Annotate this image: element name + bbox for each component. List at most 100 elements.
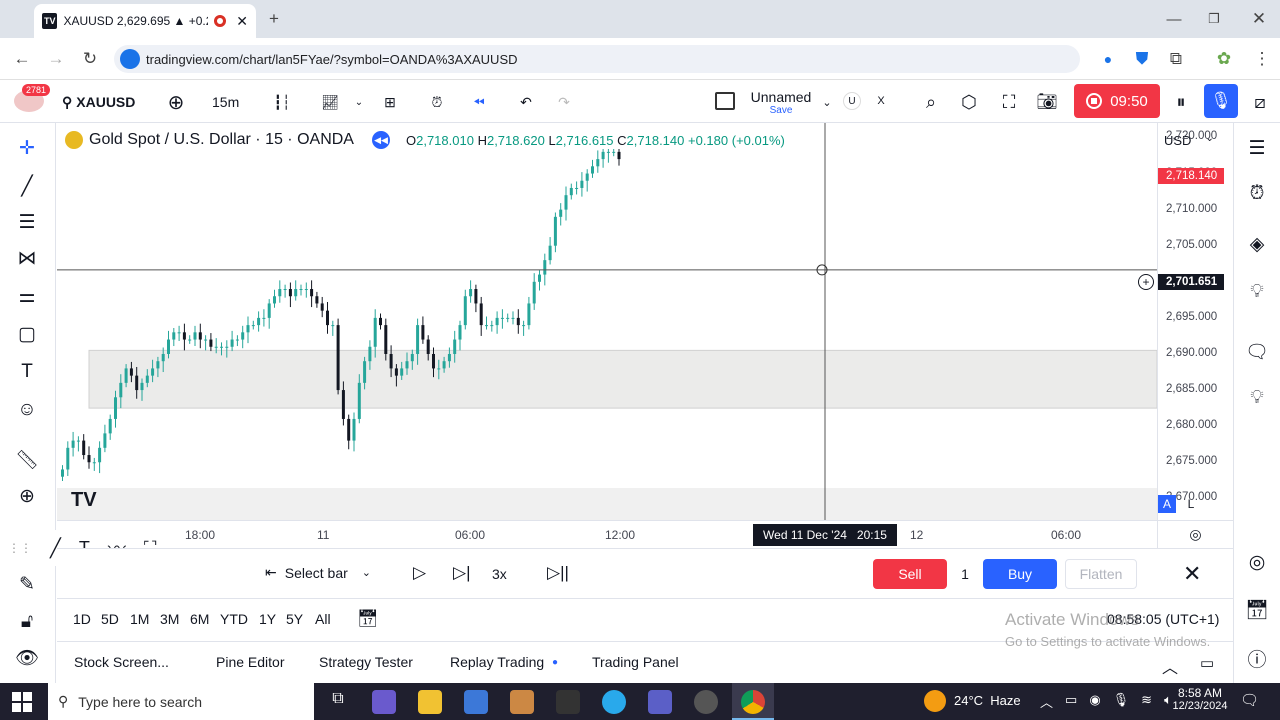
pause-icon[interactable]: ⏸︎ bbox=[1168, 87, 1194, 117]
price-axis[interactable]: USD ⌄ 2,720.0002,715.0002,710.0002,705.0… bbox=[1157, 123, 1233, 520]
auto-scale-button[interactable]: A bbox=[1158, 495, 1176, 513]
trendline-icon[interactable]: ╱ bbox=[12, 171, 42, 201]
candlestick-chart[interactable] bbox=[57, 123, 1157, 520]
battery-icon[interactable]: ▭ bbox=[1065, 692, 1077, 711]
profile-avatar[interactable]: ✿ bbox=[1210, 45, 1238, 73]
tab-replay-trading[interactable]: Replay Trading bbox=[450, 654, 544, 670]
file-explorer-icon[interactable] bbox=[418, 690, 442, 714]
record-button[interactable]: 09:50 bbox=[1074, 84, 1160, 118]
notifications-icon[interactable]: 🗨︎ bbox=[1240, 691, 1259, 709]
app-icon[interactable] bbox=[510, 690, 534, 714]
weather-icon[interactable] bbox=[924, 690, 946, 712]
chat-icon[interactable]: 🗨︎ bbox=[1242, 337, 1272, 367]
select-bar-button[interactable]: ⇤ Select bar ⌄ bbox=[265, 564, 371, 581]
close-tab-icon[interactable]: ✕ bbox=[236, 13, 248, 30]
chart-pane[interactable]: Gold Spot / U.S. Dollar · 15 · OANDA ◀◀ … bbox=[57, 123, 1157, 520]
ideas-bulb-icon[interactable]: 💡︎ bbox=[1242, 277, 1272, 307]
u-button[interactable]: U bbox=[843, 92, 861, 110]
weather-text[interactable]: 24°C Haze bbox=[954, 693, 1021, 708]
forecast-icon[interactable]: ⚌ bbox=[12, 281, 42, 311]
browser-menu-icon[interactable]: ⋮ bbox=[1248, 45, 1276, 73]
chrome-taskbar-button[interactable] bbox=[732, 683, 774, 720]
crosshair-icon[interactable]: ✛ bbox=[12, 133, 42, 163]
help-icon[interactable]: ⓘ bbox=[1242, 643, 1272, 673]
ruler-icon[interactable]: 📏︎ bbox=[12, 445, 42, 475]
layout-menu-chevron-icon[interactable]: ⌄ bbox=[820, 87, 834, 117]
telegram-icon[interactable] bbox=[602, 690, 626, 714]
compare-add-icon[interactable]: ⊕ bbox=[164, 87, 188, 117]
draw-off-icon[interactable]: ⧄ bbox=[1246, 87, 1274, 117]
flatten-button[interactable]: Flatten bbox=[1065, 559, 1137, 589]
range-5y[interactable]: 5Y bbox=[286, 611, 303, 627]
app-icon[interactable] bbox=[694, 690, 718, 714]
copilot-icon[interactable] bbox=[372, 690, 396, 714]
wifi-icon[interactable]: ≋ bbox=[1141, 692, 1152, 711]
target-icon[interactable]: ◎ bbox=[1242, 547, 1272, 577]
reload-icon[interactable]: ↻ bbox=[76, 45, 104, 73]
replay-mode-icon[interactable]: ◀◀ bbox=[371, 131, 390, 149]
mic-icon[interactable]: 🎙︎ bbox=[1113, 692, 1130, 711]
fib-lines-icon[interactable]: ☰ bbox=[12, 207, 42, 237]
step-forward-icon[interactable]: ▷| bbox=[453, 563, 471, 583]
tradingview-logo[interactable]: TV bbox=[71, 489, 97, 512]
replay-icon[interactable]: ⏪︎ bbox=[466, 87, 492, 117]
templates-grid-icon[interactable]: ⊞ bbox=[378, 87, 402, 117]
signals-bulb-icon[interactable]: 💡︎ bbox=[1242, 383, 1272, 413]
ic-markets-icon[interactable] bbox=[556, 690, 580, 714]
time-axis[interactable]: 18:00 11 06:00 12:00 12 06:00 Wed 11 Dec… bbox=[57, 520, 1157, 548]
undo-icon[interactable]: ↶ bbox=[514, 87, 538, 117]
x-button[interactable]: X bbox=[872, 92, 890, 110]
add-alert-plus-icon[interactable]: + bbox=[1138, 274, 1154, 290]
task-view-icon[interactable]: ⧉ bbox=[326, 690, 350, 714]
magnet-draw-icon[interactable]: ✎ bbox=[12, 569, 42, 599]
quantity-field[interactable]: 1 bbox=[955, 559, 975, 589]
windows-start-icon[interactable] bbox=[12, 692, 32, 712]
lock-icon[interactable]: 🔓︎ bbox=[12, 607, 42, 637]
webcam-icon[interactable]: ◉ bbox=[1089, 692, 1100, 711]
url-field[interactable]: tradingview.com/chart/lan5FYae/?symbol=O… bbox=[114, 45, 1080, 73]
chevron-up-icon[interactable]: ︿ bbox=[1040, 692, 1053, 711]
axis-settings-icon[interactable]: ◎ bbox=[1157, 520, 1233, 548]
microphone-button[interactable]: 🎙︎ bbox=[1204, 84, 1238, 118]
tab-trading-panel[interactable]: Trading Panel bbox=[592, 654, 679, 670]
close-replay-icon[interactable]: ✕ bbox=[1183, 561, 1201, 587]
legend-title[interactable]: Gold Spot / U.S. Dollar · 15 · OANDA bbox=[89, 131, 354, 149]
play-icon[interactable]: ▷ bbox=[413, 563, 426, 583]
range-all[interactable]: All bbox=[315, 611, 331, 627]
jump-realtime-icon[interactable]: ▷|| bbox=[547, 563, 569, 583]
range-ytd[interactable]: YTD bbox=[220, 611, 248, 627]
symbol-search-button[interactable]: ⚲ XAUUSD bbox=[62, 87, 135, 117]
buy-button[interactable]: Buy bbox=[983, 559, 1057, 589]
app-icon[interactable] bbox=[648, 690, 672, 714]
tab-stock-screener[interactable]: Stock Screen... bbox=[74, 654, 169, 670]
close-window-icon[interactable]: ✕ bbox=[1245, 5, 1273, 33]
watchlist-icon[interactable]: ☰ bbox=[1242, 133, 1272, 163]
back-icon[interactable]: ← bbox=[8, 45, 36, 73]
drag-handle-icon[interactable]: ⋮⋮ bbox=[8, 541, 32, 555]
layers-icon[interactable]: ◈ bbox=[1242, 229, 1272, 259]
alerts-clock-icon[interactable]: ⏰︎ bbox=[1242, 179, 1272, 209]
shield-extension-icon[interactable]: ⛊ bbox=[1128, 45, 1156, 73]
taskbar-search-field[interactable]: ⚲ Type here to search bbox=[48, 683, 314, 720]
range-1y[interactable]: 1Y bbox=[259, 611, 276, 627]
extensions-puzzle-icon[interactable]: ⧉ bbox=[1162, 45, 1190, 73]
indicators-icon[interactable]: 📈︎ bbox=[318, 87, 342, 117]
quick-search-icon[interactable]: ⌕ bbox=[918, 87, 944, 117]
zoom-in-icon[interactable]: ⊕ bbox=[12, 481, 42, 511]
maximize-panel-icon[interactable]: ▭ bbox=[1200, 654, 1214, 672]
chevron-down-icon[interactable]: ⌄ bbox=[352, 87, 366, 117]
alert-clock-icon[interactable]: ⏰︎ bbox=[424, 87, 450, 117]
clock[interactable]: 8:58 AM 12/23/2024 bbox=[1172, 686, 1228, 712]
visibility-eye-icon[interactable]: 👁︎ bbox=[12, 643, 42, 673]
shapes-icon[interactable]: ▢ bbox=[12, 319, 42, 349]
browser-tab[interactable]: TV XAUUSD 2,629.695 ▲ +0.23 ✕ bbox=[34, 4, 256, 38]
range-1m[interactable]: 1M bbox=[130, 611, 149, 627]
calendar-icon[interactable]: 📅︎ bbox=[1242, 595, 1272, 625]
candles-icon[interactable]: ┇┆ bbox=[270, 87, 294, 117]
site-info-icon[interactable] bbox=[120, 49, 140, 69]
sell-button[interactable]: Sell bbox=[873, 559, 947, 589]
new-tab-button[interactable]: + bbox=[260, 5, 288, 33]
camera-snapshot-icon[interactable]: 📷︎ bbox=[1034, 87, 1060, 117]
minimize-icon[interactable]: — bbox=[1160, 5, 1188, 33]
goto-date-calendar-icon[interactable]: 📅︎ bbox=[357, 609, 379, 629]
